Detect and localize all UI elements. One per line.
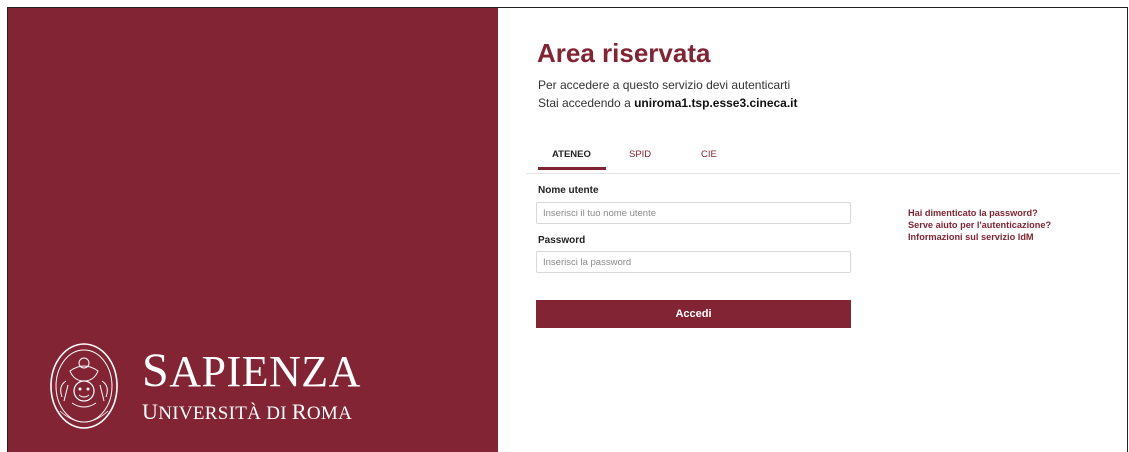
auth-instruction: Per accedere a questo servizio devi aute… bbox=[538, 78, 791, 92]
university-seal-icon bbox=[50, 343, 118, 429]
tab-spid[interactable]: SPID bbox=[629, 149, 651, 168]
help-links: Hai dimenticato la password? Serve aiuto… bbox=[908, 207, 1051, 243]
username-input[interactable] bbox=[536, 202, 851, 224]
tab-cie[interactable]: CIE bbox=[701, 149, 717, 168]
username-label: Nome utente bbox=[538, 185, 599, 196]
password-label: Password bbox=[538, 235, 586, 246]
tab-ateneo[interactable]: ATENEO bbox=[552, 149, 591, 168]
target-service-text: Stai accedendo a uniroma1.tsp.esse3.cine… bbox=[538, 96, 798, 110]
login-button[interactable]: Accedi bbox=[536, 300, 851, 328]
brand-panel: SAPIENZA UNIVERSITÀ DI ROMA bbox=[8, 8, 498, 452]
forgot-password-link[interactable]: Hai dimenticato la password? bbox=[908, 207, 1051, 219]
idm-info-link[interactable]: Informazioni sul servizio IdM bbox=[908, 231, 1051, 243]
page-title: Area riservata bbox=[537, 38, 711, 68]
login-panel: Area riservata Per accedere a questo ser… bbox=[498, 8, 1120, 452]
auth-help-link[interactable]: Serve aiuto per l'autenticazione? bbox=[908, 219, 1051, 231]
target-service-prefix: Stai accedendo a bbox=[538, 96, 631, 110]
sapienza-logo: SAPIENZA UNIVERSITÀ DI ROMA bbox=[48, 341, 361, 431]
active-tab-indicator bbox=[538, 167, 606, 170]
password-input[interactable] bbox=[536, 251, 851, 273]
target-service-host: uniroma1.tsp.esse3.cineca.it bbox=[634, 96, 798, 110]
auth-tabs: ATENEO SPID CIE bbox=[526, 144, 1120, 174]
brand-name: SAPIENZA bbox=[142, 344, 361, 397]
brand-subtitle: UNIVERSITÀ DI ROMA bbox=[142, 399, 353, 424]
